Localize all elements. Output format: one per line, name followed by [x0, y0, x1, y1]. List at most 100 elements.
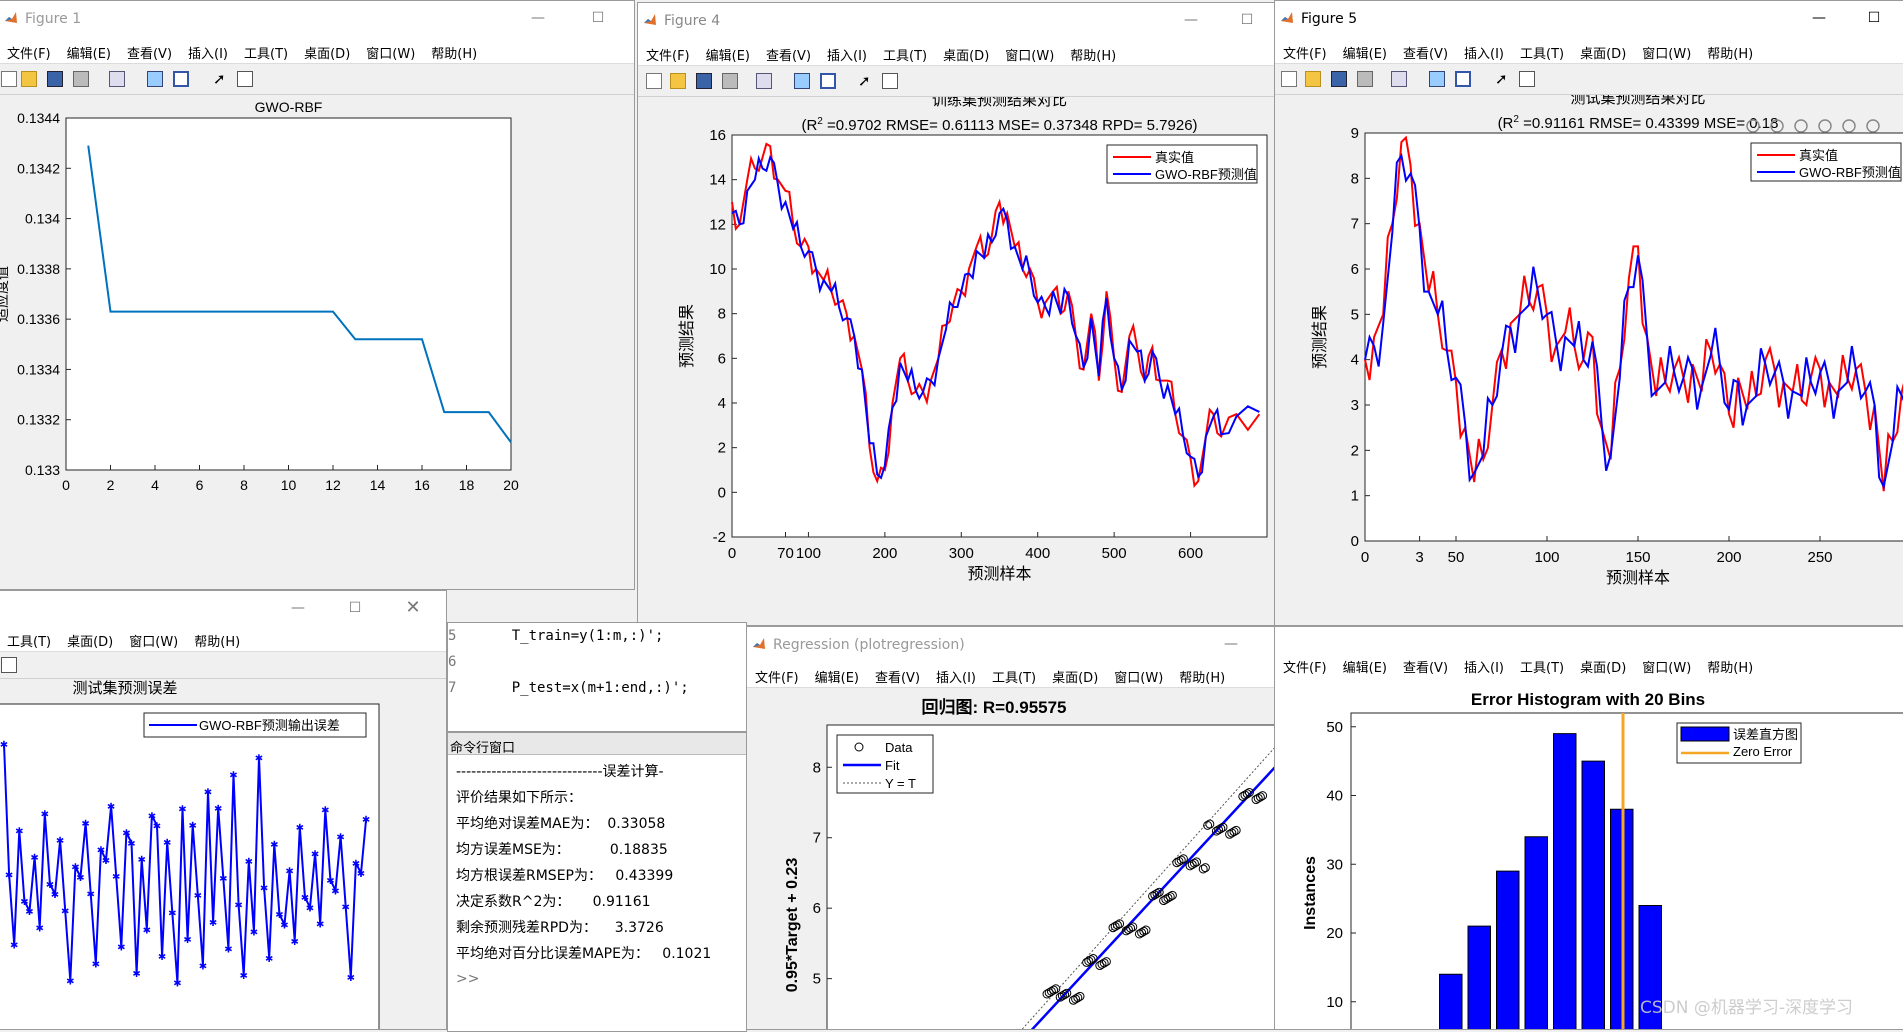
maximize-button[interactable]: ☐	[584, 7, 612, 29]
menu-help[interactable]: 帮助(H)	[1699, 39, 1761, 62]
link-plot-icon[interactable]	[109, 71, 125, 87]
minimize-button[interactable]: —	[524, 7, 552, 29]
menu-help[interactable]: 帮助(H)	[186, 627, 248, 650]
menu-help[interactable]: 帮助(H)	[1062, 41, 1124, 64]
minimize-button[interactable]: —	[1217, 633, 1245, 655]
menu-view[interactable]: 查看(V)	[119, 39, 180, 62]
menu-tools[interactable]: 工具(T)	[0, 627, 59, 650]
print-icon[interactable]	[73, 71, 89, 87]
menu-tools[interactable]: 工具(T)	[1512, 653, 1572, 676]
histogram-titlebar[interactable]	[1275, 627, 1903, 643]
menu-file[interactable]: 文件(F)	[0, 39, 59, 62]
menu-desktop[interactable]: 桌面(D)	[59, 627, 121, 650]
colorbar-icon[interactable]	[147, 71, 163, 87]
menu-window[interactable]: 窗口(W)	[997, 41, 1062, 64]
colorbar-icon[interactable]	[794, 73, 810, 89]
error-figure-titlebar[interactable]: — ☐ ✕	[0, 591, 446, 627]
menu-desktop[interactable]: 桌面(D)	[1044, 663, 1106, 686]
editor-line[interactable]: 6	[448, 649, 746, 675]
figure5-axes[interactable]: 测试集预测结果对比 (R2 =0.91161 RMSE= 0.43399 MSE=…	[1275, 90, 1903, 626]
menu-edit[interactable]: 编辑(E)	[698, 41, 758, 64]
menu-tools[interactable]: 工具(T)	[875, 41, 935, 64]
colorbar-icon[interactable]	[1429, 71, 1445, 87]
menu-insert[interactable]: 插入(I)	[1456, 653, 1512, 676]
menu-file[interactable]: 文件(F)	[747, 663, 807, 686]
figure1-axes[interactable]: GWO-RBF 0.133 0.1332 0.1334 0.1336 0.1338 0.13…	[0, 95, 635, 590]
error-figure-axes[interactable]: 测试集预测误差GWO-RBF预测输出误差✱✱✱✱✱✱✱✱✱✱✱✱✱✱✱✱✱✱✱✱…	[0, 679, 447, 1030]
regression-titlebar[interactable]: Regression (plotregression) —	[747, 627, 1275, 663]
editor-line[interactable]: 5 T_train=y(1:m,:)';	[448, 623, 746, 649]
new-figure-icon[interactable]	[646, 73, 662, 89]
property-editor-icon[interactable]	[882, 73, 898, 89]
open-folder-icon[interactable]	[1305, 71, 1321, 87]
menu-tools[interactable]: 工具(T)	[1512, 39, 1572, 62]
minimize-button[interactable]: —	[1805, 7, 1833, 29]
menu-window[interactable]: 窗口(W)	[121, 627, 186, 650]
menu-desktop[interactable]: 桌面(D)	[1572, 653, 1634, 676]
menu-tools[interactable]: 工具(T)	[984, 663, 1044, 686]
maximize-button[interactable]: ☐	[341, 597, 369, 619]
menu-view[interactable]: 查看(V)	[758, 41, 819, 64]
close-icon[interactable]: ✕	[399, 597, 427, 619]
figure4-axes[interactable]: 训练集预测结果对比 (R2 =0.9702 RMSE= 0.61113 MSE= …	[638, 92, 1276, 625]
menu-help[interactable]: 帮助(H)	[1171, 663, 1233, 686]
cursor-icon[interactable]: ➚	[1495, 71, 1511, 87]
menu-file[interactable]: 文件(F)	[1275, 653, 1335, 676]
menu-tools[interactable]: 工具(T)	[236, 39, 296, 62]
regression-axes[interactable]: 回归图: R=0.95575 5 6 7 8 0.95*Target + 0.23 Data…	[747, 689, 1276, 1030]
menu-insert[interactable]: 插入(I)	[928, 663, 984, 686]
property-editor-icon[interactable]	[1519, 71, 1535, 87]
property-editor-icon[interactable]	[237, 71, 253, 87]
histogram-axes[interactable]: Error Histogram with 20 Bins 10 20 30 40 50 In…	[1275, 677, 1903, 1030]
menu-desktop[interactable]: 桌面(D)	[935, 41, 997, 64]
cursor-icon[interactable]: ➚	[213, 71, 229, 87]
new-figure-icon[interactable]	[1, 71, 17, 87]
menu-file[interactable]: 文件(F)	[1275, 39, 1335, 62]
menu-view[interactable]: 查看(V)	[1395, 39, 1456, 62]
cursor-icon[interactable]: ➚	[858, 73, 874, 89]
editor-code[interactable]: 5 T_train=y(1:m,:)'; 6 7 P_test=x(m+1:end,…	[448, 623, 746, 701]
minimize-button[interactable]: —	[284, 597, 312, 619]
menu-edit[interactable]: 编辑(E)	[1335, 653, 1395, 676]
menu-edit[interactable]: 编辑(E)	[59, 39, 119, 62]
minimize-button[interactable]: —	[1177, 9, 1205, 31]
legend-icon[interactable]	[1455, 71, 1471, 87]
menu-desktop[interactable]: 桌面(D)	[296, 39, 358, 62]
open-folder-icon[interactable]	[21, 71, 37, 87]
open-folder-icon[interactable]	[670, 73, 686, 89]
menu-help[interactable]: 帮助(H)	[1699, 653, 1761, 676]
menu-insert[interactable]: 插入(I)	[819, 41, 875, 64]
menu-desktop[interactable]: 桌面(D)	[1572, 39, 1634, 62]
save-icon[interactable]	[47, 71, 63, 87]
print-icon[interactable]	[1357, 71, 1373, 87]
link-plot-icon[interactable]	[1391, 71, 1407, 87]
menu-window[interactable]: 窗口(W)	[1106, 663, 1171, 686]
datatip-icon	[1794, 119, 1808, 133]
menu-edit[interactable]: 编辑(E)	[807, 663, 867, 686]
menu-file[interactable]: 文件(F)	[638, 41, 698, 64]
menu-help[interactable]: 帮助(H)	[423, 39, 485, 62]
menu-edit[interactable]: 编辑(E)	[1335, 39, 1395, 62]
menu-view[interactable]: 查看(V)	[867, 663, 928, 686]
link-plot-icon[interactable]	[756, 73, 772, 89]
maximize-button[interactable]: ☐	[1233, 9, 1261, 31]
command-prompt[interactable]: >>	[448, 971, 746, 987]
print-icon[interactable]	[722, 73, 738, 89]
editor-line[interactable]: 7 P_test=x(m+1:end,:)';	[448, 675, 746, 701]
property-editor-icon[interactable]	[1, 657, 17, 673]
save-icon[interactable]	[696, 73, 712, 89]
save-icon[interactable]	[1331, 71, 1347, 87]
menu-window[interactable]: 窗口(W)	[1634, 39, 1699, 62]
menu-insert[interactable]: 插入(I)	[1456, 39, 1512, 62]
maximize-button[interactable]: ☐	[1860, 7, 1888, 29]
menu-insert[interactable]: 插入(I)	[180, 39, 236, 62]
figure4-titlebar[interactable]: Figure 4 — ☐	[638, 3, 1275, 41]
figure1-titlebar[interactable]: Figure 1 — ☐	[0, 1, 634, 39]
figure5-titlebar[interactable]: Figure 5 — ☐	[1275, 1, 1903, 39]
legend-icon[interactable]	[820, 73, 836, 89]
menu-view[interactable]: 查看(V)	[1395, 653, 1456, 676]
menu-window[interactable]: 窗口(W)	[358, 39, 423, 62]
legend-icon[interactable]	[173, 71, 189, 87]
new-figure-icon[interactable]	[1281, 71, 1297, 87]
menu-window[interactable]: 窗口(W)	[1634, 653, 1699, 676]
